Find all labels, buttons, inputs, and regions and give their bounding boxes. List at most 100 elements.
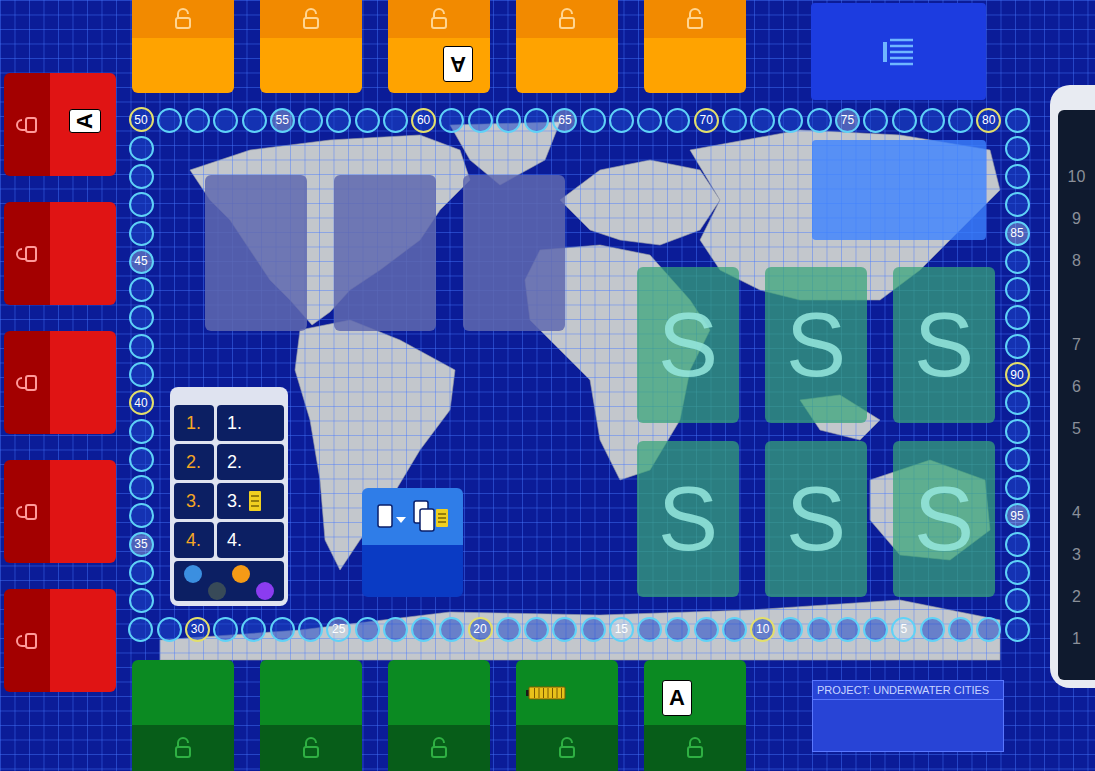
side-track-row: 8 [1058,240,1095,282]
track-spot [129,334,154,359]
s-card[interactable]: S [893,267,995,423]
track-spot: 90 [1005,362,1030,387]
bonus-icon [248,490,262,512]
draw-deck[interactable] [362,488,463,597]
track-spot [1005,532,1030,557]
track-spot [129,305,154,330]
track-spot [1005,305,1030,330]
s-card[interactable]: S [765,267,867,423]
red-card[interactable] [4,460,116,563]
track-spot [920,108,945,133]
green-card[interactable] [260,660,362,771]
track-spot: 35 [129,532,154,557]
empty-slot[interactable] [463,175,565,331]
empty-slot[interactable] [334,175,436,331]
track-spot: 60 [411,108,436,133]
track-spot [581,617,606,642]
s-card[interactable]: S [765,441,867,597]
red-card[interactable] [4,589,116,692]
orange-card[interactable] [260,0,362,93]
stack-icon [879,34,919,70]
side-track-row: 9 [1058,198,1095,240]
s-card[interactable]: S [637,267,739,423]
a-marker[interactable]: A [443,46,473,82]
track-spot [129,136,154,161]
top-card-row: A [132,0,746,93]
orange-card[interactable]: A [388,0,490,93]
s-card[interactable]: S [893,441,995,597]
green-card[interactable] [388,660,490,771]
lock-icon [685,737,705,759]
track-spot [129,221,154,246]
track-spot [128,617,153,642]
lock-icon [16,115,38,135]
track-spot [298,617,323,642]
track-spot [129,475,154,500]
track-spot [496,108,521,133]
track-spot [722,617,747,642]
track-spot [1005,334,1030,359]
track-spot [129,419,154,444]
orange-card[interactable] [132,0,234,93]
track-spot [242,108,267,133]
track-spot [129,588,154,613]
empty-slot[interactable] [205,175,307,331]
track-spot: 70 [694,108,719,133]
lock-icon [173,8,193,30]
track-spot [1005,419,1030,444]
track-spot [468,108,493,133]
track-spot [722,108,747,133]
track-spot [129,164,154,189]
red-card[interactable] [4,202,116,305]
lock-icon [685,8,705,30]
track-spot [411,617,436,642]
track-spot [1005,447,1030,472]
slot-row [205,175,565,331]
track-spot [213,617,238,642]
track-spot [581,108,606,133]
track-spot [892,108,917,133]
track-spot [1005,136,1030,161]
track-spot [157,617,182,642]
track-spot [778,108,803,133]
bottom-card-row: A [132,660,746,771]
orange-card[interactable] [516,0,618,93]
track-spot: 30 [185,617,210,642]
a-marker[interactable]: A [662,680,692,716]
track-spot [1005,277,1030,302]
side-track-row: 4 [1058,492,1095,534]
red-card[interactable]: A [4,73,116,176]
side-track-row: 6 [1058,366,1095,408]
track-spot: 10 [750,617,775,642]
track-spot: 20 [468,617,493,642]
lock-icon [16,631,38,651]
track-spot [1005,475,1030,500]
green-card[interactable] [516,660,618,771]
red-card[interactable] [4,331,116,434]
track-spot: 65 [552,108,577,133]
lock-icon [16,373,38,393]
track-spot: 40 [129,390,154,415]
legend-row: 2.2. [174,444,284,480]
track-spot [665,617,690,642]
lock-icon [557,8,577,30]
a-marker[interactable]: A [69,109,101,133]
track-spot [241,617,266,642]
track-spot [129,192,154,217]
side-track-row: 2 [1058,576,1095,618]
orange-card[interactable] [644,0,746,93]
track-spot [129,362,154,387]
track-spot [948,617,973,642]
track-spot [552,617,577,642]
left-card-column: A [4,73,116,692]
green-card[interactable] [132,660,234,771]
track-spot [129,277,154,302]
side-track-row: 7 [1058,324,1095,366]
s-card[interactable]: S [637,441,739,597]
discard-box[interactable] [811,3,986,100]
lock-icon [173,737,193,759]
track-spot: 80 [976,108,1001,133]
track-spot [383,617,408,642]
track-spot [129,560,154,585]
green-card[interactable]: A [644,660,746,771]
